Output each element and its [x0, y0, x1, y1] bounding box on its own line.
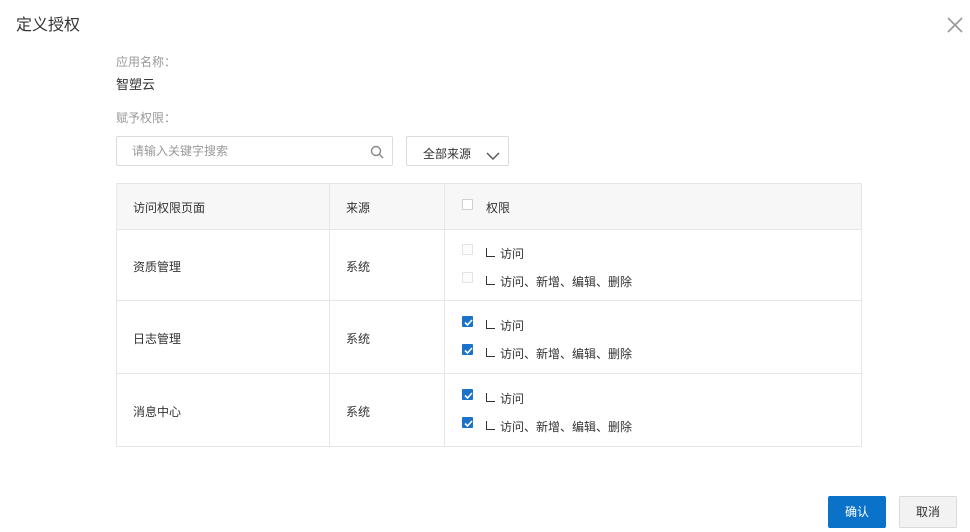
app-name-label: 应用名称：	[116, 55, 177, 69]
branch-icon	[486, 276, 495, 285]
branch-icon	[486, 248, 495, 257]
permission-checkbox[interactable]	[462, 389, 473, 400]
source-filter-value: 全部来源	[423, 147, 472, 161]
permission-item: 访问	[486, 245, 524, 262]
permission-item: 访问	[486, 317, 524, 334]
row-page-name: 资质管理	[133, 260, 182, 274]
table-row: 消息中心 系统 访问 访问、新增、编辑、删除	[117, 375, 861, 447]
permission-label: 访问、新增、编辑、删除	[500, 347, 633, 361]
branch-icon	[486, 393, 495, 402]
permission-label: 访问	[500, 247, 525, 261]
permission-label: 访问、新增、编辑、删除	[500, 275, 633, 289]
permission-label: 访问、新增、编辑、删除	[500, 420, 633, 434]
permission-checkbox[interactable]	[462, 244, 473, 255]
permission-table: 访问权限页面 来源 权限 资质管理 系统 访问 访问、新增、编辑、删除 日志管理…	[116, 183, 862, 447]
table-row: 日志管理 系统 访问 访问、新增、编辑、删除	[117, 302, 861, 374]
permission-checkbox[interactable]	[462, 417, 473, 428]
permission-label: 访问	[500, 392, 525, 406]
search-input[interactable]	[117, 137, 372, 165]
search-box	[116, 136, 393, 166]
dialog-title: 定义授权	[16, 15, 81, 34]
row-page-name: 日志管理	[133, 332, 182, 346]
row-source: 系统	[346, 405, 371, 419]
cancel-button[interactable]: 取消	[899, 496, 957, 528]
permission-checkbox[interactable]	[462, 316, 473, 327]
row-source: 系统	[346, 260, 371, 274]
row-source: 系统	[346, 332, 371, 346]
permission-label: 访问	[500, 319, 525, 333]
row-page-name: 消息中心	[133, 405, 182, 419]
header-source: 来源	[346, 201, 371, 215]
confirm-button[interactable]: 确认	[828, 496, 886, 528]
checkmark-icon	[464, 392, 473, 400]
permission-checkbox[interactable]	[462, 272, 473, 283]
table-header: 访问权限页面 来源 权限	[117, 184, 861, 230]
permission-item: 访问	[486, 390, 524, 407]
source-filter-select[interactable]: 全部来源	[406, 136, 509, 166]
app-name-value: 智塑云	[116, 78, 156, 93]
permission-item: 访问、新增、编辑、删除	[486, 418, 632, 435]
grant-permission-label: 赋予权限：	[116, 111, 177, 125]
permission-item: 访问、新增、编辑、删除	[486, 345, 632, 362]
search-icon[interactable]	[370, 144, 384, 159]
checkmark-icon	[464, 319, 473, 327]
branch-icon	[486, 320, 495, 329]
branch-icon	[486, 421, 495, 430]
table-row: 资质管理 系统 访问 访问、新增、编辑、删除	[117, 229, 861, 301]
checkmark-icon	[464, 347, 473, 355]
header-page: 访问权限页面	[133, 201, 206, 215]
chevron-down-icon	[486, 146, 500, 160]
header-permission: 权限	[486, 201, 511, 215]
checkmark-icon	[464, 420, 473, 428]
branch-icon	[486, 348, 495, 357]
permission-checkbox[interactable]	[462, 344, 473, 355]
header-checkbox[interactable]	[462, 199, 473, 210]
close-icon[interactable]	[944, 14, 966, 36]
permission-item: 访问、新增、编辑、删除	[486, 273, 632, 290]
